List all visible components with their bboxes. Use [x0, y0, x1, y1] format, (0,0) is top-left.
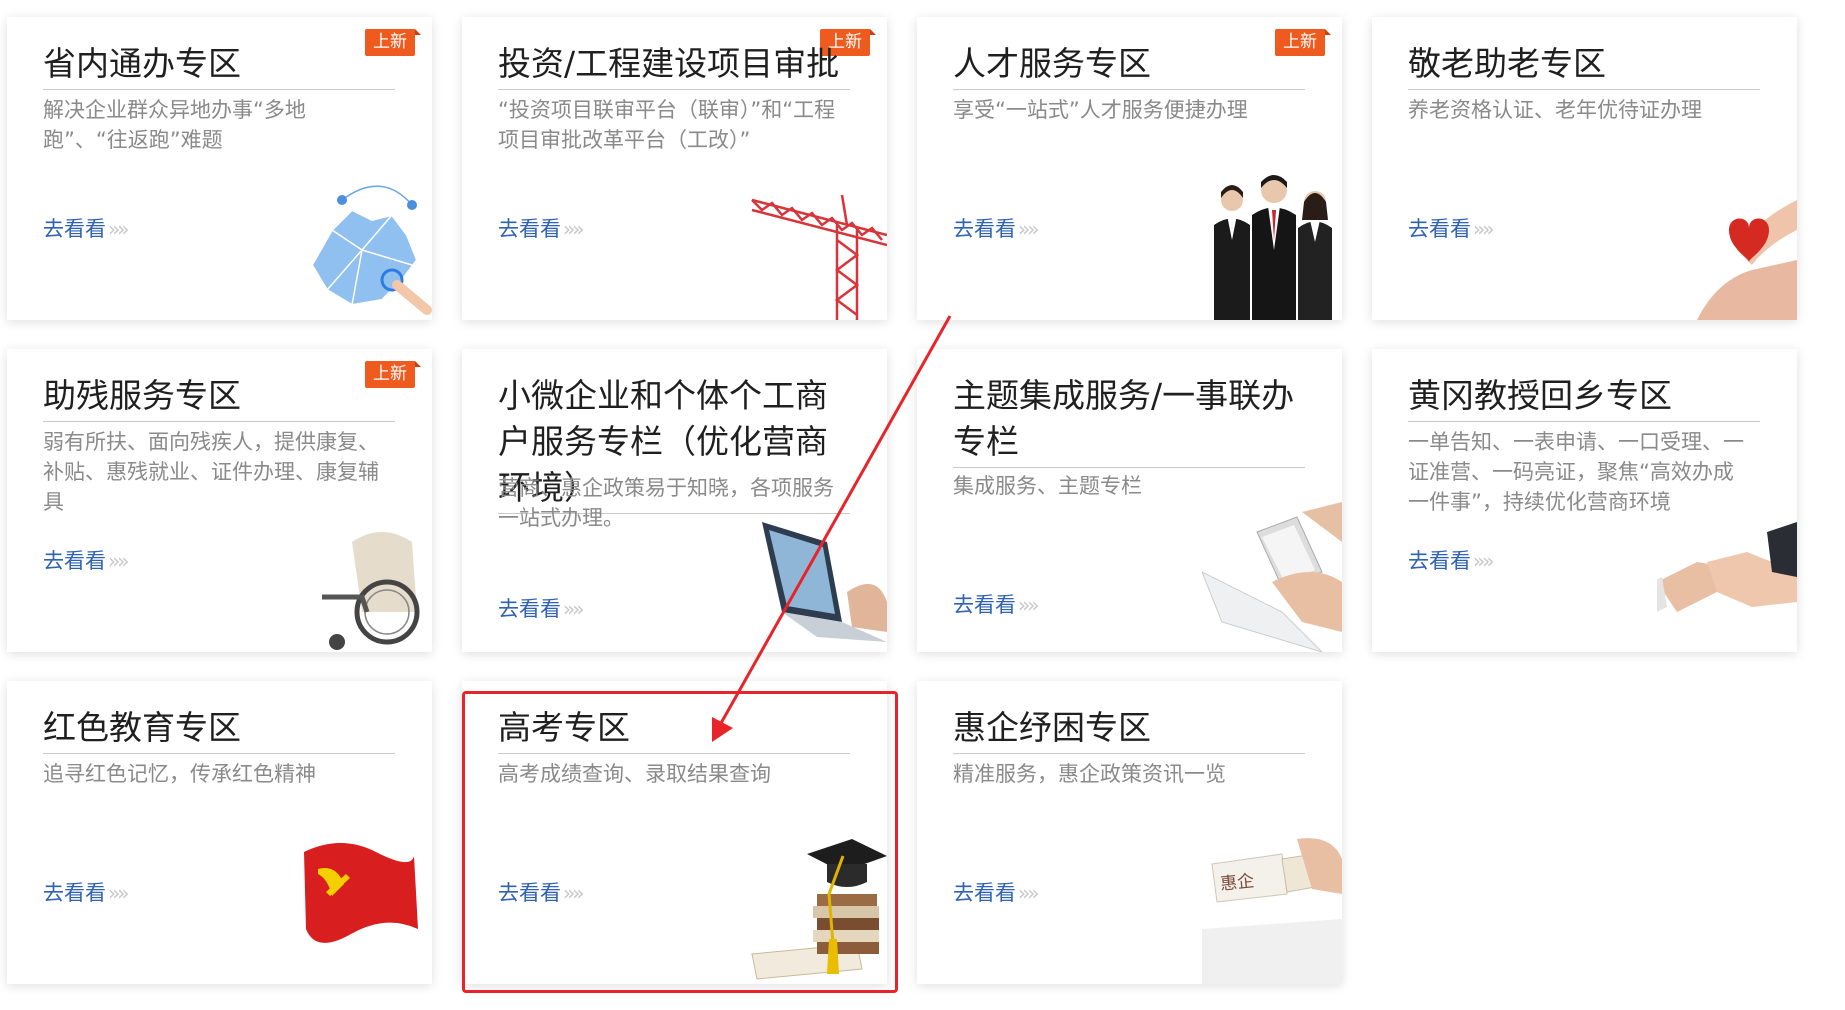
card-enterprise-relief[interactable]: 惠企纾困专区 精准服务，惠企政策资讯一览 去看看»» 惠企: [917, 681, 1342, 984]
seal-stamp-icon: 惠企: [1202, 834, 1342, 984]
go-see-label: 去看看: [43, 217, 106, 241]
double-chevron-icon: »»: [563, 597, 585, 621]
double-chevron-icon: »»: [563, 217, 585, 241]
go-see-link[interactable]: 去看看»»: [43, 545, 130, 575]
go-see-link[interactable]: 去看看»»: [953, 589, 1040, 619]
card-investment-approval[interactable]: 上新 投资/工程建设项目审批 “投资项目联审平台（联审）”和“工程项目审批改革平…: [462, 17, 887, 320]
card-title: 高考专区: [498, 705, 850, 754]
card-professors-return[interactable]: 黄冈教授回乡专区 一单告知、一表申请、一口受理、一证准营、一码亮证，聚焦“高效办…: [1372, 349, 1797, 652]
go-see-label: 去看看: [1408, 549, 1471, 573]
card-title: 红色教育专区: [43, 705, 395, 754]
go-see-link[interactable]: 去看看»»: [498, 593, 585, 623]
card-description: 享受“一站式”人才服务便捷办理: [953, 98, 1248, 122]
card-title: 惠企纾困专区: [953, 705, 1305, 754]
card-cross-province[interactable]: 上新 省内通办专区 解决企业群众异地办事“多地跑”、“往返跑”难题 去看看»»: [7, 17, 432, 320]
hubei-map-icon: [310, 185, 432, 315]
double-chevron-icon: »»: [108, 217, 130, 241]
card-red-education[interactable]: 红色教育专区 追寻红色记忆，传承红色精神 去看看»»: [7, 681, 432, 984]
double-chevron-icon: »»: [1473, 549, 1495, 573]
phone-hands-icon: [1202, 502, 1342, 652]
go-see-label: 去看看: [953, 593, 1016, 617]
double-chevron-icon: »»: [1018, 881, 1040, 905]
double-chevron-icon: »»: [1018, 217, 1040, 241]
go-see-link[interactable]: 去看看»»: [43, 213, 130, 243]
double-chevron-icon: »»: [1018, 593, 1040, 617]
go-see-label: 去看看: [498, 881, 561, 905]
double-chevron-icon: »»: [1473, 217, 1495, 241]
card-small-business[interactable]: 小微企业和个体个工商户服务专栏（优化营商环境） 营商、惠企政策易于知晓，各项服务…: [462, 349, 887, 652]
go-see-label: 去看看: [43, 549, 106, 573]
wheelchair-icon: [322, 532, 420, 650]
card-title: 黄冈教授回乡专区: [1408, 373, 1760, 422]
go-see-label: 去看看: [953, 881, 1016, 905]
card-title: 主题集成服务/一事联办专栏: [953, 373, 1305, 468]
tower-crane-icon: [751, 194, 887, 320]
card-title: 助残服务专区: [43, 373, 395, 422]
card-description: 解决企业群众异地办事“多地跑”、“往返跑”难题: [43, 98, 306, 152]
card-disability-service[interactable]: 上新 助残服务专区 弱有所扶、面向残疾人，提供康复、补贴、惠残就业、证件办理、康…: [7, 349, 432, 652]
double-chevron-icon: »»: [108, 881, 130, 905]
graduation-cap-books-icon: [751, 839, 887, 980]
card-description: 集成服务、主题专栏: [953, 474, 1142, 498]
double-chevron-icon: »»: [108, 549, 130, 573]
go-see-link[interactable]: 去看看»»: [953, 213, 1040, 243]
card-description: 高考成绩查询、录取结果查询: [498, 762, 771, 786]
go-see-label: 去看看: [953, 217, 1016, 241]
go-see-label: 去看看: [498, 597, 561, 621]
card-title: 敬老助老专区: [1408, 41, 1760, 90]
go-see-label: 去看看: [1408, 217, 1471, 241]
go-see-link[interactable]: 去看看»»: [43, 877, 130, 907]
go-see-label: 去看看: [498, 217, 561, 241]
double-chevron-icon: »»: [563, 881, 585, 905]
go-see-link[interactable]: 去看看»»: [498, 213, 585, 243]
laptop-icon: [762, 522, 887, 642]
stamp-label: 惠企: [1219, 871, 1256, 895]
card-integrated-service[interactable]: 主题集成服务/一事联办专栏 集成服务、主题专栏 去看看»»: [917, 349, 1342, 652]
card-title: 投资/工程建设项目审批: [498, 41, 850, 90]
go-see-link[interactable]: 去看看»»: [1408, 545, 1495, 575]
go-see-link[interactable]: 去看看»»: [498, 877, 585, 907]
go-see-link[interactable]: 去看看»»: [1408, 213, 1495, 243]
card-elderly-care[interactable]: 敬老助老专区 养老资格认证、老年优待证办理 去看看»»: [1372, 17, 1797, 320]
card-title: 省内通办专区: [43, 41, 395, 90]
handshake-icon: [1657, 522, 1797, 612]
heart-hands-icon: [1697, 200, 1797, 320]
go-see-link[interactable]: 去看看»»: [953, 877, 1040, 907]
card-description: 追寻红色记忆，传承红色精神: [43, 762, 316, 786]
go-see-label: 去看看: [43, 881, 106, 905]
business-people-icon: [1214, 175, 1332, 320]
card-description: “投资项目联审平台（联审）”和“工程项目审批改革平台（工改）”: [498, 98, 836, 152]
party-flag-icon: [304, 843, 418, 943]
card-description: 养老资格认证、老年优待证办理: [1408, 98, 1702, 122]
card-title: 人才服务专区: [953, 41, 1305, 90]
card-gaokao[interactable]: 高考专区 高考成绩查询、录取结果查询 去看看»»: [462, 681, 887, 984]
card-talent-service[interactable]: 上新 人才服务专区 享受“一站式”人才服务便捷办理 去看看»»: [917, 17, 1342, 320]
card-description: 精准服务，惠企政策资讯一览: [953, 762, 1226, 786]
